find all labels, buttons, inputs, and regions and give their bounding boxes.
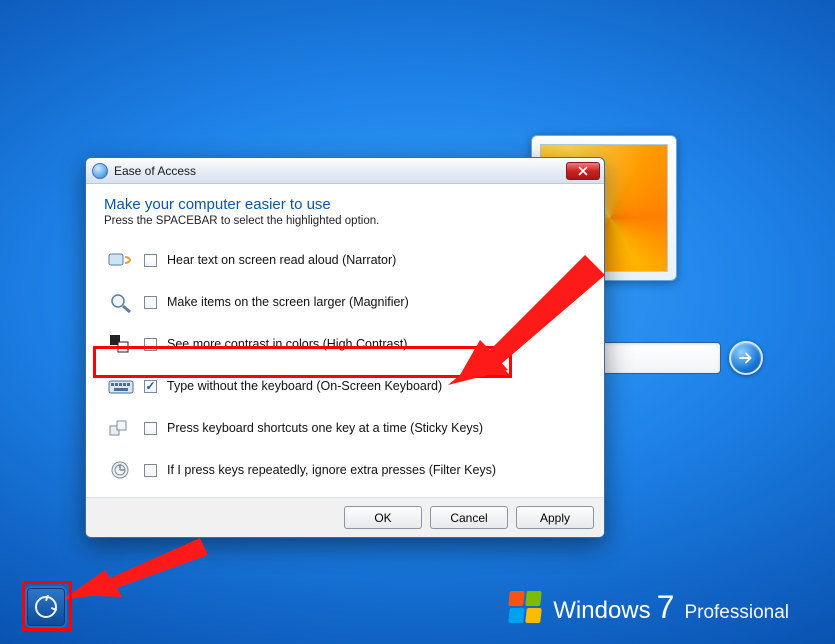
close-button[interactable] — [566, 162, 600, 180]
ease-of-access-corner-icon — [35, 596, 57, 618]
narrator-icon — [108, 247, 134, 273]
arrow-right-icon — [737, 349, 755, 367]
option-filter-keys-checkbox[interactable] — [144, 464, 157, 477]
ease-of-access-corner-button[interactable] — [27, 588, 65, 626]
windows-flag-icon — [509, 591, 543, 625]
option-sticky-keys-checkbox[interactable] — [144, 422, 157, 435]
annotation-arrow-to-corner — [60, 530, 220, 610]
login-submit-button[interactable] — [729, 341, 763, 375]
branding-product: Windows — [553, 597, 650, 625]
dialog-title: Ease of Access — [114, 164, 560, 178]
option-magnifier-label: Make items on the screen larger (Magnifi… — [167, 295, 409, 309]
branding-edition: Professional — [684, 602, 789, 624]
option-magnifier-checkbox[interactable] — [144, 296, 157, 309]
option-high-contrast-label: See more contrast in colors (High Contra… — [167, 337, 407, 351]
branding-version: 7 — [657, 589, 675, 626]
option-on-screen-keyboard[interactable]: Type without the keyboard (On-Screen Key… — [104, 365, 586, 407]
cancel-button[interactable]: Cancel — [430, 506, 508, 529]
apply-button[interactable]: Apply — [516, 506, 594, 529]
high-contrast-icon — [108, 331, 134, 357]
option-filter-keys[interactable]: If I press keys repeatedly, ignore extra… — [104, 449, 586, 491]
sticky-keys-icon — [108, 415, 134, 441]
dialog-subheading: Press the SPACEBAR to select the highlig… — [104, 215, 586, 227]
ease-of-access-icon — [92, 163, 108, 179]
dialog-button-bar: OK Cancel Apply — [86, 497, 604, 537]
windows-branding: Windows 7 Professional — [509, 589, 789, 626]
option-sticky-keys-label: Press keyboard shortcuts one key at a ti… — [167, 421, 483, 435]
keyboard-icon — [108, 373, 134, 399]
dialog-heading: Make your computer easier to use — [104, 196, 586, 213]
option-sticky-keys[interactable]: Press keyboard shortcuts one key at a ti… — [104, 407, 586, 449]
option-high-contrast[interactable]: See more contrast in colors (High Contra… — [104, 323, 586, 365]
option-on-screen-keyboard-checkbox[interactable] — [144, 380, 157, 393]
option-filter-keys-label: If I press keys repeatedly, ignore extra… — [167, 463, 496, 477]
magnifier-icon — [108, 289, 134, 315]
filter-keys-icon — [108, 457, 134, 483]
option-narrator-checkbox[interactable] — [144, 254, 157, 267]
dialog-titlebar[interactable]: Ease of Access — [86, 158, 604, 184]
option-narrator[interactable]: Hear text on screen read aloud (Narrator… — [104, 239, 586, 281]
option-magnifier[interactable]: Make items on the screen larger (Magnifi… — [104, 281, 586, 323]
close-icon — [578, 166, 588, 176]
option-on-screen-keyboard-label: Type without the keyboard (On-Screen Key… — [167, 379, 442, 393]
ease-of-access-dialog: Ease of Access Make your computer easier… — [85, 157, 605, 538]
option-narrator-label: Hear text on screen read aloud (Narrator… — [167, 253, 396, 267]
ok-button[interactable]: OK — [344, 506, 422, 529]
option-high-contrast-checkbox[interactable] — [144, 338, 157, 351]
login-screen-background: river Easy est Ease of Access — [0, 0, 835, 644]
